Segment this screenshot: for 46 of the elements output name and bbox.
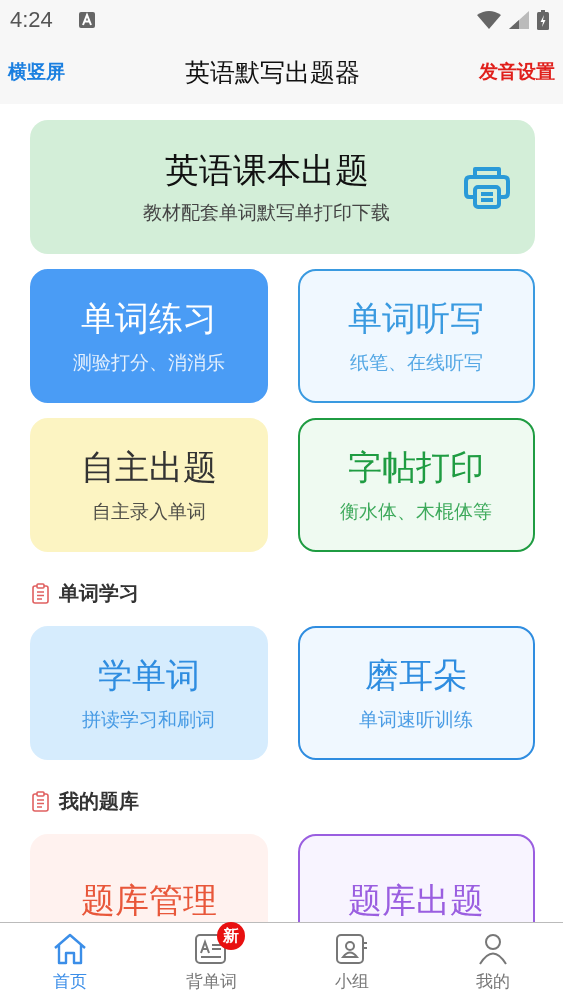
menu-card[interactable]: 题库管理: [30, 834, 268, 922]
menu-card[interactable]: 自主出题 自主录入单词: [30, 418, 268, 552]
section-title: 单词学习: [59, 580, 139, 607]
card-subtitle: 衡水体、木棍体等: [340, 499, 493, 524]
wifi-icon: [477, 11, 501, 29]
card-title: 单词听写: [348, 297, 485, 340]
menu-card[interactable]: 字帖打印 衡水体、木棍体等: [297, 418, 535, 552]
menu-card[interactable]: 学单词 拼读学习和刷词: [30, 626, 268, 760]
menu-card[interactable]: 磨耳朵 单词速听训练: [297, 626, 535, 760]
nav-tab[interactable]: 首页: [0, 923, 141, 1002]
card-subtitle: 自主录入单词: [91, 499, 206, 524]
pronunciation-settings-link[interactable]: 发音设置: [479, 59, 555, 85]
menu-card[interactable]: 单词练习 测验打分、消消乐: [30, 269, 268, 403]
card-title: 磨耳朵: [365, 654, 468, 697]
new-badge: 新: [217, 922, 246, 950]
card-subtitle: 拼读学习和刷词: [82, 707, 216, 732]
card-subtitle: 纸笔、在线听写: [349, 350, 483, 375]
textbook-card[interactable]: 英语课本出题 教材配套单词默写单打印下载: [30, 120, 535, 254]
card-title: 题库出题: [348, 879, 485, 922]
person-icon: [477, 933, 508, 965]
clipboard-icon: [32, 791, 49, 812]
status-time: 4:24: [10, 7, 53, 33]
keyboard-notification-icon: [78, 12, 95, 28]
card-subtitle: 单词速听训练: [359, 707, 474, 732]
section-title: 我的题库: [59, 788, 139, 815]
card-title: 自主出题: [80, 446, 217, 489]
signal-icon: [509, 11, 529, 29]
nav-tab[interactable]: 小组: [281, 923, 423, 1002]
menu-card[interactable]: 单词听写 纸笔、在线听写: [297, 269, 535, 403]
card-title: 学单词: [97, 654, 200, 697]
card-title: 英语课本出题: [164, 149, 369, 192]
nav-tab[interactable]: 新 背单词: [140, 923, 282, 1002]
battery-icon: [537, 10, 549, 30]
nav-tab[interactable]: 我的: [422, 923, 563, 1002]
home-icon: [53, 933, 88, 965]
orientation-link[interactable]: 横竖屏: [8, 59, 65, 85]
clipboard-icon: [32, 583, 49, 604]
printer-icon: [463, 165, 511, 209]
card-subtitle: 测验打分、消消乐: [72, 350, 225, 375]
card-subtitle: 教材配套单词默写单打印下载: [143, 200, 390, 225]
card-title: 字帖打印: [348, 446, 485, 489]
card-title: 单词练习: [80, 297, 217, 340]
menu-card[interactable]: 题库出题: [297, 834, 535, 922]
app-title: 英语默写出题器: [184, 56, 360, 89]
card-title: 题库管理: [80, 879, 217, 922]
contact-card-icon: [335, 933, 368, 965]
